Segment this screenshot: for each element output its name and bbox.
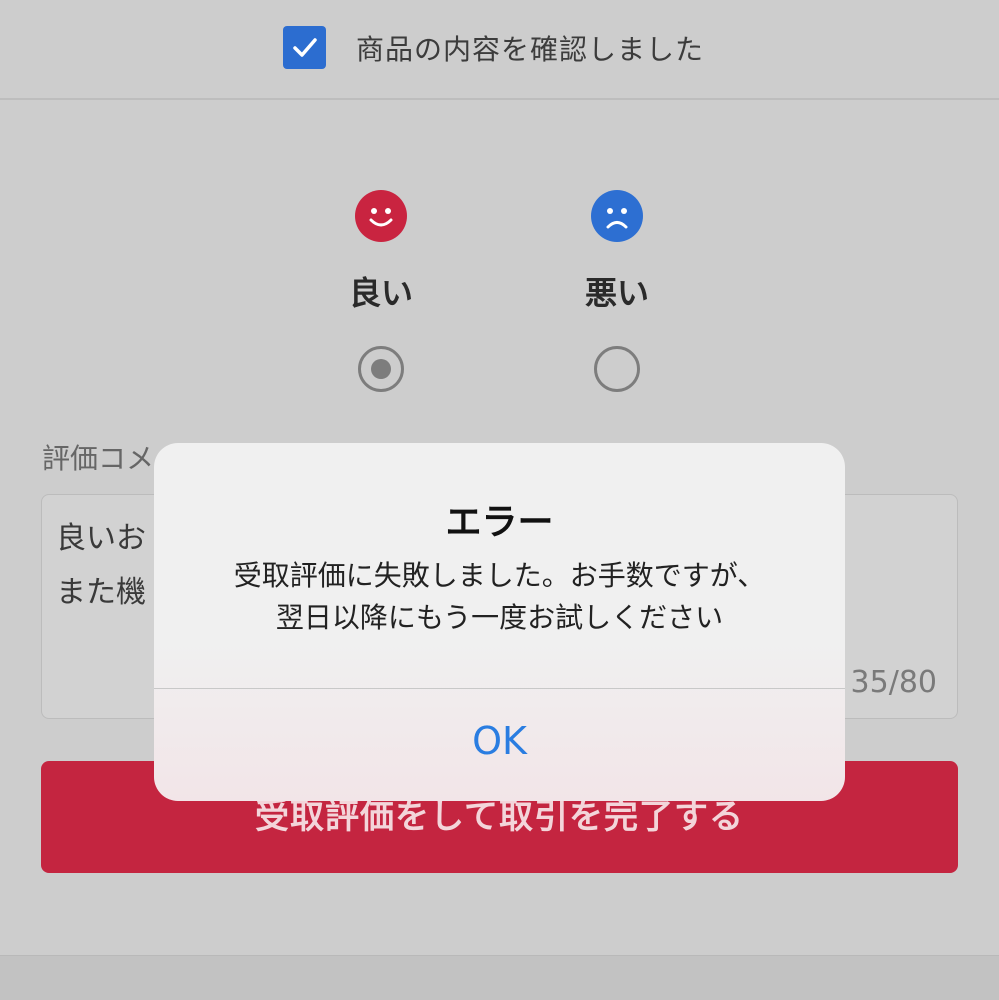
rating-bad-radio[interactable] <box>594 346 640 392</box>
frown-face-icon <box>591 190 643 242</box>
checkmark-icon <box>293 38 317 57</box>
alert-message-line-2: 翌日以降にもう一度お試しください <box>275 601 724 634</box>
alert-message: 受取評価に失敗しました。お手数ですが、 翌日以降にもう一度お試しください <box>154 555 845 639</box>
error-alert: エラー 受取評価に失敗しました。お手数ですが、 翌日以降にもう一度お試しください… <box>154 443 845 801</box>
comment-line-2: また機 <box>56 575 146 610</box>
rating-good-label: 良い <box>348 274 413 312</box>
confirm-checkbox[interactable] <box>283 26 326 69</box>
rating-bad[interactable]: 悪い <box>567 190 667 392</box>
bottom-bar <box>0 955 999 1000</box>
rating-good[interactable]: 良い <box>331 190 431 392</box>
alert-title: エラー <box>445 502 554 543</box>
alert-message-line-1: 受取評価に失敗しました。お手数ですが、 <box>233 559 766 592</box>
rating-bad-label: 悪い <box>584 274 649 312</box>
alert-ok-button[interactable]: OK <box>154 689 845 801</box>
confirm-bar: 商品の内容を確認しました <box>0 0 999 100</box>
rating-good-radio[interactable] <box>358 346 404 392</box>
comment-label: 評価コメ <box>42 442 155 475</box>
confirm-label: 商品の内容を確認しました <box>356 33 705 66</box>
smile-face-icon <box>355 190 407 242</box>
char-counter: 35/80 <box>850 665 937 700</box>
comment-line-1: 良いお <box>56 521 146 556</box>
